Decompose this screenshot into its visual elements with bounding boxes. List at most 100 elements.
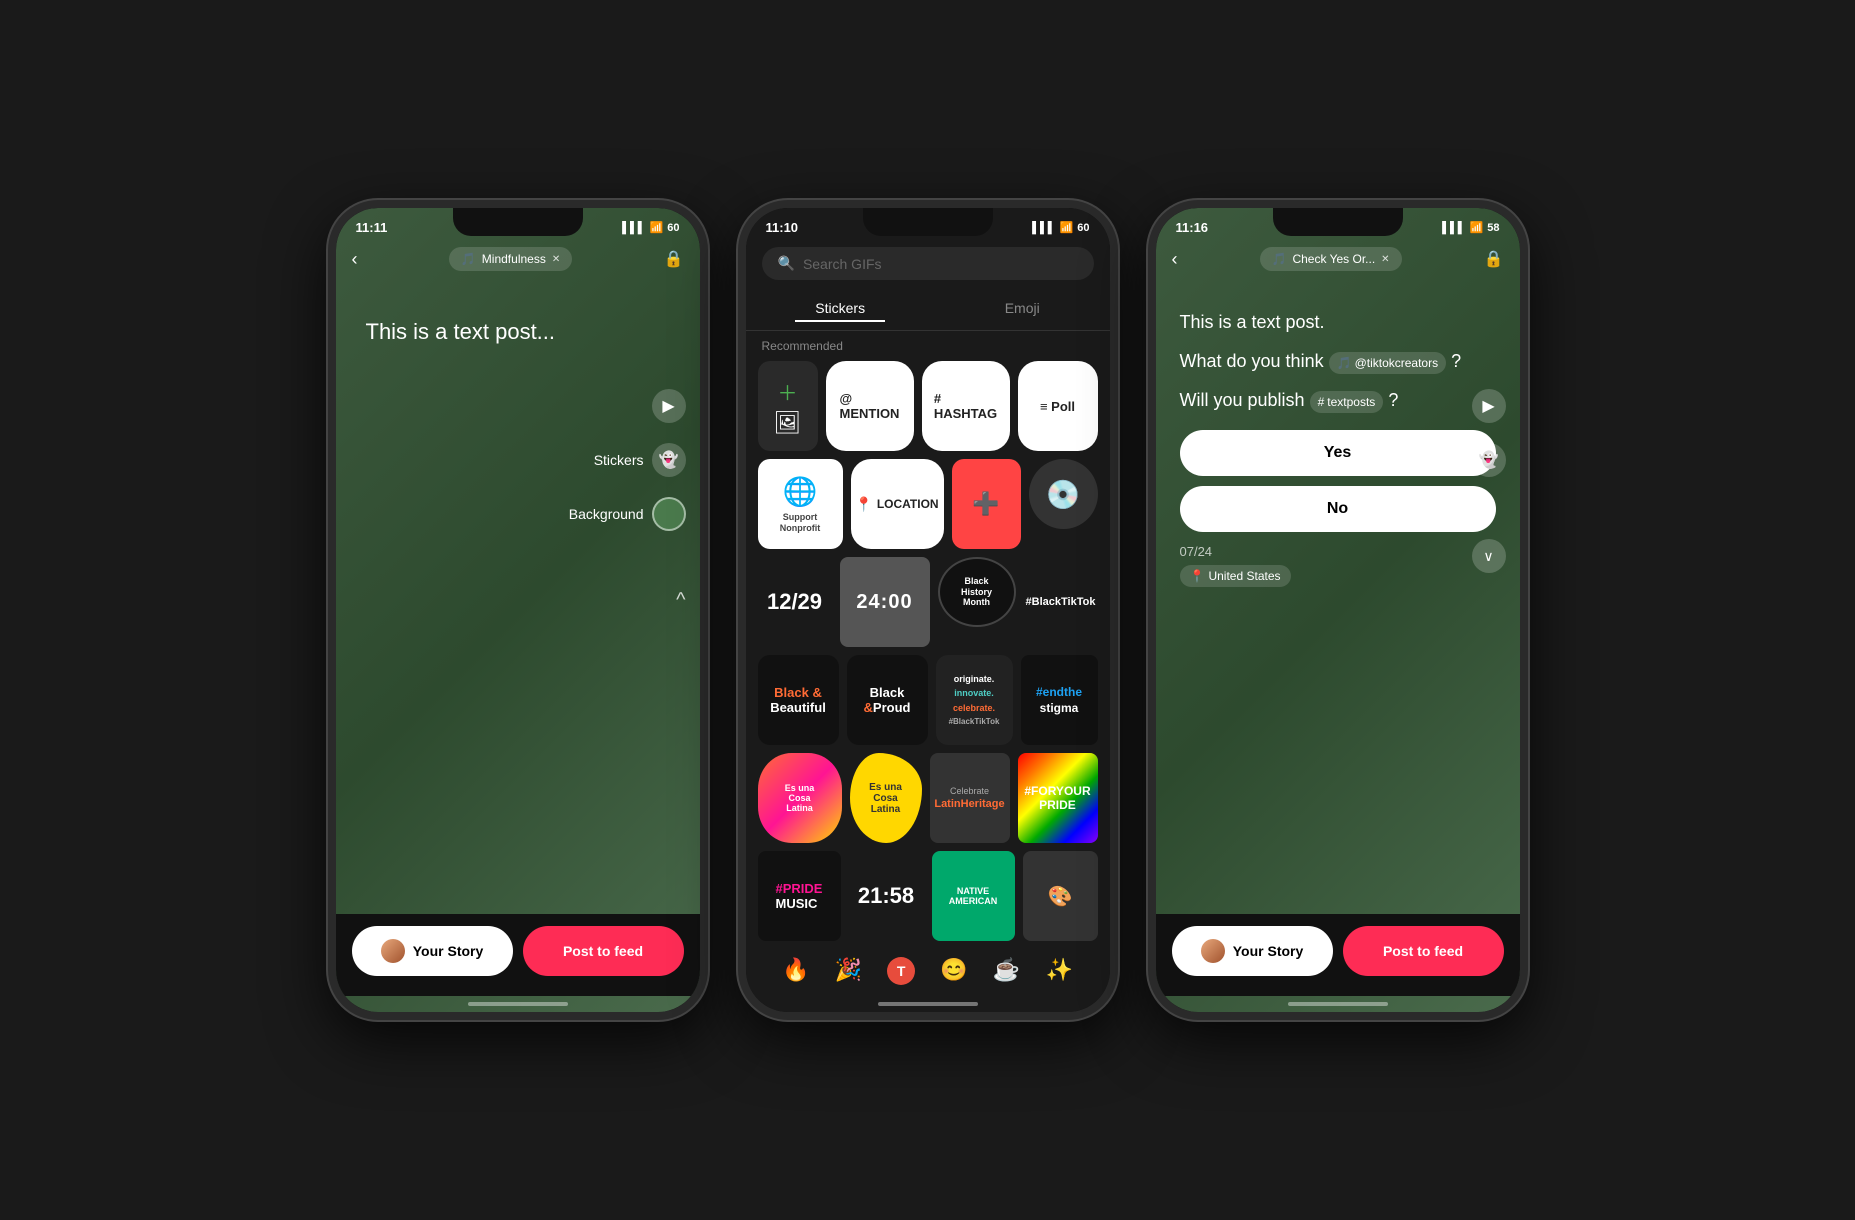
sticker-black-proud[interactable]: Black &Proud (847, 655, 928, 745)
status-time-3: 11:16 (1176, 220, 1209, 235)
sticker-mention[interactable]: @ MENTION (826, 361, 914, 451)
music-label-1: Mindfulness (482, 252, 546, 266)
text-area-1: This is a text post... (336, 279, 700, 385)
for-pride-text: #FORYOURPRIDE (1024, 784, 1090, 812)
blacktiktok-text: #BlackTikTok (1026, 596, 1096, 608)
battery-icon-3: 58 (1487, 222, 1499, 234)
poll-no-button[interactable]: No (1180, 486, 1496, 532)
sticker-time[interactable]: 24:00 (840, 557, 930, 647)
status-icons-3: ▌▌▌ 📶 58 (1442, 221, 1499, 234)
sticker-music-disc[interactable]: 💿 (1029, 459, 1098, 529)
location-pin-icon: 📍 (855, 496, 872, 513)
sticker-date[interactable]: 12/29 (758, 557, 832, 647)
avatar-1 (381, 939, 405, 963)
sticker-cosa-latina-1[interactable]: Es unaCosaLatina (758, 753, 842, 843)
lock-icon-1[interactable]: 🔒 (664, 249, 684, 269)
back-button-3[interactable]: ‹ (1172, 249, 1178, 270)
hash-icon: # (1318, 393, 1325, 411)
tab-emoji[interactable]: Emoji (985, 296, 1060, 322)
sticker-row-1: ＋ 🖼 @ MENTION # HASHTAG ≡ Poll (758, 361, 1098, 451)
originate-text1: originate. (954, 673, 995, 686)
latin-heritage-text: LatinHeritage (934, 798, 1004, 810)
music-pill-3[interactable]: 🎵 Check Yes Or... ✕ (1260, 247, 1402, 271)
sticker-black-history[interactable]: BlackHistoryMonth (938, 557, 1016, 627)
textposts-text: textposts (1327, 393, 1375, 411)
home-indicator-3 (1288, 1002, 1388, 1006)
search-input[interactable]: 🔍 Search GIFs (762, 247, 1094, 280)
cosa-text1: Es unaCosaLatina (785, 783, 815, 813)
originate-hashtag: #BlackTikTok (949, 716, 1000, 727)
lock-icon-3[interactable]: 🔒 (1484, 249, 1504, 269)
video-control-3[interactable]: ▶ (1472, 389, 1506, 423)
emoji-t[interactable]: T (887, 957, 915, 985)
sticker-tabs: Stickers Emoji (746, 288, 1110, 331)
signal-icon-1: ▌▌▌ (622, 222, 645, 234)
latin-text1: Celebrate (950, 786, 989, 796)
sticker-pattern[interactable]: 🎨 (1023, 851, 1098, 941)
sticker-end-stigma[interactable]: #endthe stigma (1021, 655, 1098, 745)
video-icon[interactable]: ▶ (652, 389, 686, 423)
post-feed-label-3: Post to feed (1383, 943, 1463, 959)
sticker-hashtag[interactable]: # HASHTAG (922, 361, 1010, 451)
search-placeholder: Search GIFs (803, 256, 882, 272)
sticker-time-2158[interactable]: 21:58 (849, 851, 924, 941)
sticker-originate[interactable]: originate. innovate. celebrate. #BlackTi… (936, 655, 1013, 745)
emoji-smile[interactable]: 😊 (940, 957, 967, 985)
sticker-native-american[interactable]: NATIVEAMERICAN (932, 851, 1015, 941)
your-story-button-3[interactable]: Your Story (1172, 926, 1333, 976)
stickers-control-3[interactable]: 👻 (1472, 443, 1506, 477)
tiktok-creators-tag[interactable]: 🎵 @tiktokcreators (1329, 352, 1447, 374)
music-icon-3: 🎵 (1272, 252, 1287, 266)
q1-end: ? (1451, 351, 1461, 371)
music-pill-1[interactable]: 🎵 Mindfulness ✕ (449, 247, 572, 271)
emoji-sparkle[interactable]: ✨ (1045, 957, 1072, 985)
poll-date: 07/24 (1180, 544, 1496, 559)
sticker-latin-heritage[interactable]: Celebrate LatinHeritage (930, 753, 1010, 843)
location-text-3: United States (1208, 569, 1280, 583)
battery-icon-2: 60 (1077, 222, 1089, 234)
sticker-pride-music[interactable]: #PRIDEMUSIC (758, 851, 841, 941)
post-text-1: This is a text post... (366, 319, 556, 345)
sticker-cosa-latina-2[interactable]: Es unaCosaLatina (850, 753, 922, 843)
stickers-icon[interactable]: 👻 (652, 443, 686, 477)
avatar-3 (1201, 939, 1225, 963)
search-icon: 🔍 (778, 255, 795, 272)
sticker-black-beautiful[interactable]: Black & Beautiful (758, 655, 839, 745)
post-to-feed-button-1[interactable]: Post to feed (523, 926, 684, 976)
music-close-3[interactable]: ✕ (1381, 254, 1389, 265)
music-close-1[interactable]: ✕ (552, 254, 560, 265)
emoji-party[interactable]: 🎉 (835, 957, 862, 985)
cosa-text2: Es unaCosaLatina (869, 782, 902, 815)
back-button-1[interactable]: ‹ (352, 249, 358, 270)
chevron-up-1[interactable]: ^ (676, 589, 685, 612)
black-history-text: BlackHistoryMonth (961, 576, 992, 608)
chevron-down-button-3[interactable]: ∨ (1472, 539, 1506, 573)
sticker-medical[interactable]: ➕ (952, 459, 1021, 549)
sticker-add[interactable]: ＋ 🖼 (758, 361, 818, 451)
background-control[interactable]: Background (569, 497, 686, 531)
background-icon[interactable] (652, 497, 686, 531)
poll-yes-button[interactable]: Yes (1180, 430, 1496, 476)
post-to-feed-button-3[interactable]: Post to feed (1343, 926, 1504, 976)
stickers-control[interactable]: Stickers 👻 (569, 443, 686, 477)
sticker-nonprofit[interactable]: 🌐 SupportNonprofit (758, 459, 843, 549)
stickers-icon-3[interactable]: 👻 (1472, 443, 1506, 477)
status-time-2: 11:10 (766, 220, 799, 235)
tab-stickers[interactable]: Stickers (795, 296, 885, 322)
disc-icon: 💿 (1046, 478, 1081, 511)
sticker-location[interactable]: 📍 LOCATION (851, 459, 944, 549)
phone-2: 11:10 ▌▌▌ 📶 60 🔍 Search GIFs Stickers Em… (738, 200, 1118, 1020)
location-pin-3: 📍 (1190, 569, 1205, 583)
signal-icon-3: ▌▌▌ (1442, 222, 1465, 234)
video-control[interactable]: ▶ (569, 389, 686, 423)
sticker-blacktiktok[interactable]: #BlackTikTok (1024, 557, 1098, 647)
your-story-button-1[interactable]: Your Story (352, 926, 513, 976)
date-text-3: 07/24 (1180, 544, 1213, 559)
sticker-poll[interactable]: ≡ Poll (1018, 361, 1098, 451)
sticker-for-pride[interactable]: #FORYOURPRIDE (1018, 753, 1098, 843)
emoji-fire[interactable]: 🔥 (782, 957, 809, 985)
bottom-bar-1: Your Story Post to feed (336, 914, 700, 996)
textposts-tag[interactable]: # textposts (1310, 391, 1384, 413)
video-icon-3[interactable]: ▶ (1472, 389, 1506, 423)
emoji-coffee[interactable]: ☕ (993, 957, 1020, 985)
